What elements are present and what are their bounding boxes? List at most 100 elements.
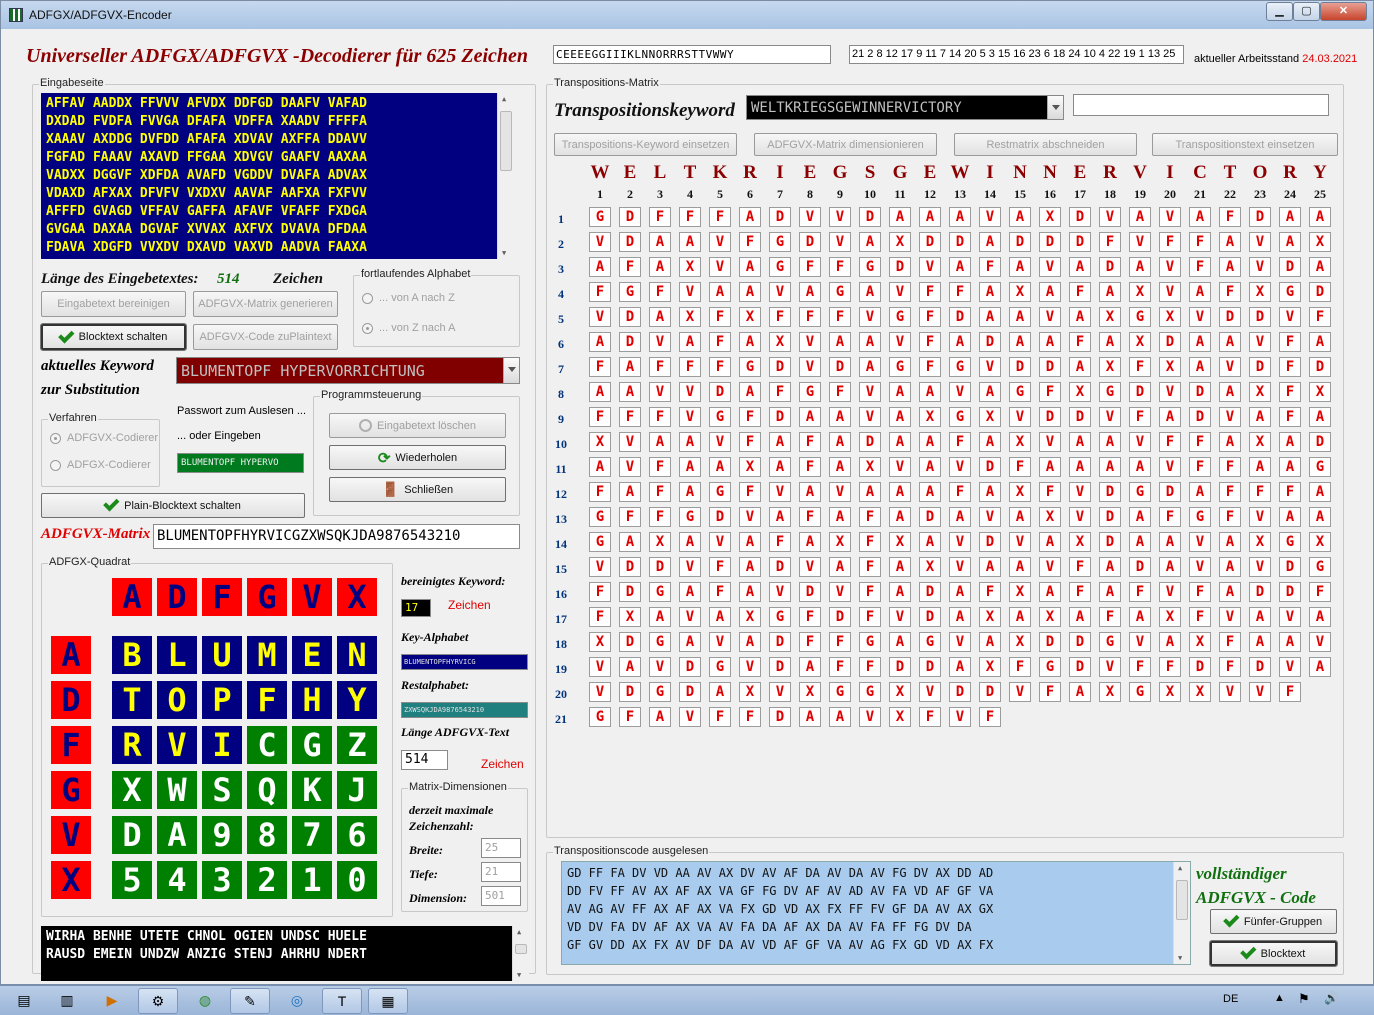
transposition-cell[interactable]: V [649,382,671,402]
transposition-cell[interactable]: F [679,207,701,227]
transposition-cell[interactable]: X [1159,682,1181,702]
transposition-cell[interactable]: D [619,582,641,602]
transposition-cell[interactable]: V [919,682,941,702]
dropdown-arrow-icon[interactable] [1047,96,1063,119]
transposition-cell[interactable]: V [1219,607,1241,627]
transposition-cell[interactable]: F [1189,232,1211,252]
transposition-cell[interactable]: X [1009,432,1031,452]
decoded-text-area[interactable]: WIRHA BENHE UTETE CHNOL OGIEN UNDSC HUEL… [41,926,529,981]
language-indicator[interactable]: DE [1223,993,1238,1005]
transposition-cell[interactable]: A [1309,657,1331,677]
transposition-cell[interactable]: V [1009,532,1031,552]
transposition-cell[interactable]: A [799,707,821,727]
transposition-cell[interactable]: X [1249,382,1271,402]
transposition-cell[interactable]: A [739,382,761,402]
insert-transposition-text-button[interactable]: Transpositionstext einsetzen [1152,133,1338,156]
transposition-cell[interactable]: F [949,432,971,452]
transposition-cell[interactable]: G [1039,657,1061,677]
transposition-cell[interactable]: A [799,657,821,677]
transposition-cell[interactable]: A [739,532,761,552]
transposition-cell[interactable]: F [1069,332,1091,352]
transposition-cell[interactable]: X [799,682,821,702]
transposition-cell[interactable]: F [1279,357,1301,377]
transposition-cell[interactable]: D [1039,632,1061,652]
transposition-cell[interactable]: F [709,332,731,352]
transposition-cell[interactable]: X [919,407,941,427]
transposition-cell[interactable]: V [949,632,971,652]
transposition-cell[interactable]: F [739,232,761,252]
transposition-cell[interactable]: V [799,332,821,352]
transposition-cell[interactable]: F [859,582,881,602]
five-groups-button[interactable]: Fünfer-Gruppen [1210,909,1337,934]
transposition-cell[interactable]: X [889,232,911,252]
transposition-cell[interactable]: A [889,582,911,602]
code-readout-area[interactable]: GD FF FA DV VD AA AV AX DV AV AF DA AV D… [561,861,1191,965]
transposition-cell[interactable]: F [799,507,821,527]
transposition-cell[interactable]: D [919,607,941,627]
transposition-cell[interactable]: V [679,707,701,727]
transposition-cell[interactable]: V [1159,282,1181,302]
transposition-cell[interactable]: V [769,582,791,602]
transposition-cell[interactable]: F [799,257,821,277]
transposition-cell[interactable]: V [709,532,731,552]
transposition-cell[interactable]: G [1309,457,1331,477]
transposition-cell[interactable]: A [979,557,1001,577]
transposition-cell[interactable]: F [829,307,851,327]
transposition-cell[interactable]: X [1069,532,1091,552]
transposition-cell[interactable]: A [589,457,611,477]
transposition-cell[interactable]: G [679,507,701,527]
transposition-cell[interactable]: X [1099,682,1121,702]
transposition-cell[interactable]: D [859,432,881,452]
transposition-cell[interactable]: V [679,607,701,627]
transposition-cell[interactable]: F [709,557,731,577]
transposition-cell[interactable]: A [1279,432,1301,452]
transposition-cell[interactable]: F [979,707,1001,727]
transposition-cell[interactable]: F [709,207,731,227]
transposition-cell[interactable]: A [1099,282,1121,302]
transposition-cell[interactable]: D [679,682,701,702]
repeat-button[interactable]: ⟳ Wiederholen [329,445,506,470]
transposition-cell[interactable]: V [1279,657,1301,677]
transposition-cell[interactable]: F [979,257,1001,277]
transposition-cell[interactable]: A [679,582,701,602]
transposition-cell[interactable]: A [709,282,731,302]
transposition-cell[interactable]: D [859,207,881,227]
maximize-button[interactable]: ▢ [1293,2,1320,21]
transposition-cell[interactable]: F [1009,657,1031,677]
transposition-cell[interactable]: D [1249,357,1271,377]
transposition-cell[interactable]: G [769,232,791,252]
transposition-cell[interactable]: A [649,257,671,277]
transposition-cell[interactable]: G [829,282,851,302]
transposition-cell[interactable]: G [1099,632,1121,652]
transposition-cell[interactable]: X [979,657,1001,677]
dropdown-arrow-icon[interactable] [503,358,519,383]
transposition-cell[interactable]: A [709,682,731,702]
transposition-cell[interactable]: A [829,507,851,527]
transposition-cell[interactable]: A [799,482,821,502]
transposition-cell[interactable]: A [739,632,761,652]
transposition-cell[interactable]: X [679,257,701,277]
transposition-cell[interactable]: A [1009,257,1031,277]
transposition-cell[interactable]: A [679,457,701,477]
transposition-cell[interactable]: A [1219,232,1241,252]
transposition-cell[interactable]: F [859,657,881,677]
transposition-cell[interactable]: A [1189,207,1211,227]
transposition-cell[interactable]: A [889,632,911,652]
transposition-cell[interactable]: A [1219,582,1241,602]
radio-a-to-z[interactable]: ... von A nach Z [362,292,455,304]
transposition-cell[interactable]: X [1039,607,1061,627]
transposition-cell[interactable]: A [1069,307,1091,327]
transposition-cell[interactable]: A [1279,457,1301,477]
transposition-cell[interactable]: V [589,657,611,677]
transposition-cell[interactable]: D [769,707,791,727]
transposition-cell[interactable]: D [709,382,731,402]
transposition-cell[interactable]: X [739,607,761,627]
transposition-cell[interactable]: F [769,307,791,327]
transposition-cell[interactable]: A [1009,557,1031,577]
transposition-cell[interactable]: A [889,382,911,402]
transposition-cell[interactable]: A [1129,257,1151,277]
plain-block-button[interactable]: Plain-Blocktext schalten [41,493,305,518]
transposition-cell[interactable]: G [949,407,971,427]
transposition-cell[interactable]: D [649,557,671,577]
transposition-cell[interactable]: F [1249,482,1271,502]
